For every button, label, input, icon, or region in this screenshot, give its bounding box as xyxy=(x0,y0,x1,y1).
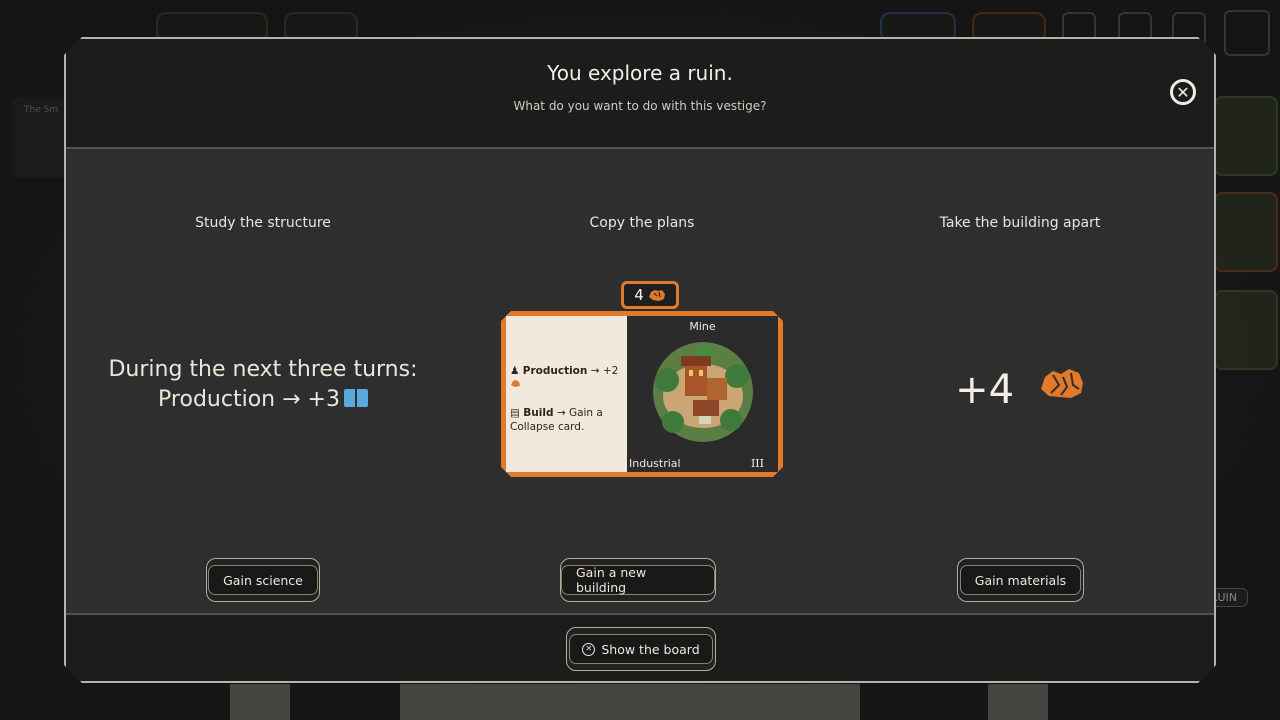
materials-amount: +4 xyxy=(955,367,1015,413)
materials-effect: +4 xyxy=(831,365,1209,413)
worker-icon: ♟ xyxy=(510,365,520,377)
ruin-dialog: You explore a ruin. What do you want to … xyxy=(64,37,1216,683)
show-board-label: Show the board xyxy=(601,641,700,657)
gain-materials-button[interactable]: Gain materials xyxy=(957,558,1084,602)
option-copy-plans: Copy the plans ♟ Production → +2 ▤ Build… xyxy=(453,149,831,615)
card-text-panel: ♟ Production → +2 ▤ Build → Gain a Colla… xyxy=(506,316,627,472)
option-title: Study the structure xyxy=(195,215,331,231)
science-effect-line2: Production → +3 xyxy=(74,385,452,415)
gain-building-button[interactable]: Gain a new building xyxy=(560,558,716,602)
close-icon[interactable]: ✕ xyxy=(1170,79,1196,105)
background-hand-card xyxy=(988,684,1048,720)
gain-materials-label: Gain materials xyxy=(960,565,1081,595)
dialog-header: You explore a ruin. What do you want to … xyxy=(66,39,1214,149)
card-art: Mine Industrial III xyxy=(627,316,778,472)
background-card xyxy=(1214,96,1278,176)
dialog-title: You explore a ruin. xyxy=(547,61,733,85)
mine-illustration xyxy=(627,316,778,472)
close-circle-icon: ✕ xyxy=(582,643,595,656)
background-card xyxy=(1214,192,1278,272)
gain-science-button[interactable]: Gain science xyxy=(206,558,320,602)
buildings-icon xyxy=(1224,10,1270,56)
gain-science-label: Gain science xyxy=(208,565,318,595)
card-cost-value: 4 xyxy=(634,286,644,304)
dialog-subtitle: What do you want to do with this vestige… xyxy=(513,99,767,113)
gain-building-label: Gain a new building xyxy=(561,565,715,595)
card-tier: III xyxy=(750,457,764,470)
production-line: ♟ Production → +2 xyxy=(510,364,623,392)
show-board-button[interactable]: ✕ Show the board xyxy=(566,627,716,671)
background-hand-card xyxy=(400,684,860,720)
ore-icon xyxy=(510,379,521,388)
science-effect: During the next three turns: Production … xyxy=(74,355,452,415)
option-study-structure: Study the structure During the next thre… xyxy=(74,149,452,615)
build-icon: ▤ xyxy=(510,407,520,419)
card-type: Industrial xyxy=(629,457,681,470)
science-effect-line1: During the next three turns: xyxy=(108,357,418,382)
build-line: ▤ Build → Gain a Collapse card. xyxy=(510,407,603,433)
card-frame: ♟ Production → +2 ▤ Build → Gain a Colla… xyxy=(501,311,783,477)
option-take-apart: Take the building apart +4 Gain material… xyxy=(831,149,1209,615)
option-title: Copy the plans xyxy=(589,215,695,231)
game-screen: The Sm RUIN You explore a ruin. What do … xyxy=(0,0,1280,720)
card-cost-badge: 4 xyxy=(621,281,679,309)
book-icon xyxy=(344,389,368,407)
building-card[interactable]: ♟ Production → +2 ▤ Build → Gain a Colla… xyxy=(501,299,783,465)
option-title: Take the building apart xyxy=(939,215,1101,231)
background-hand-card xyxy=(230,684,290,720)
background-card xyxy=(1214,290,1278,370)
ore-icon xyxy=(1039,365,1085,401)
ore-icon xyxy=(648,288,666,302)
